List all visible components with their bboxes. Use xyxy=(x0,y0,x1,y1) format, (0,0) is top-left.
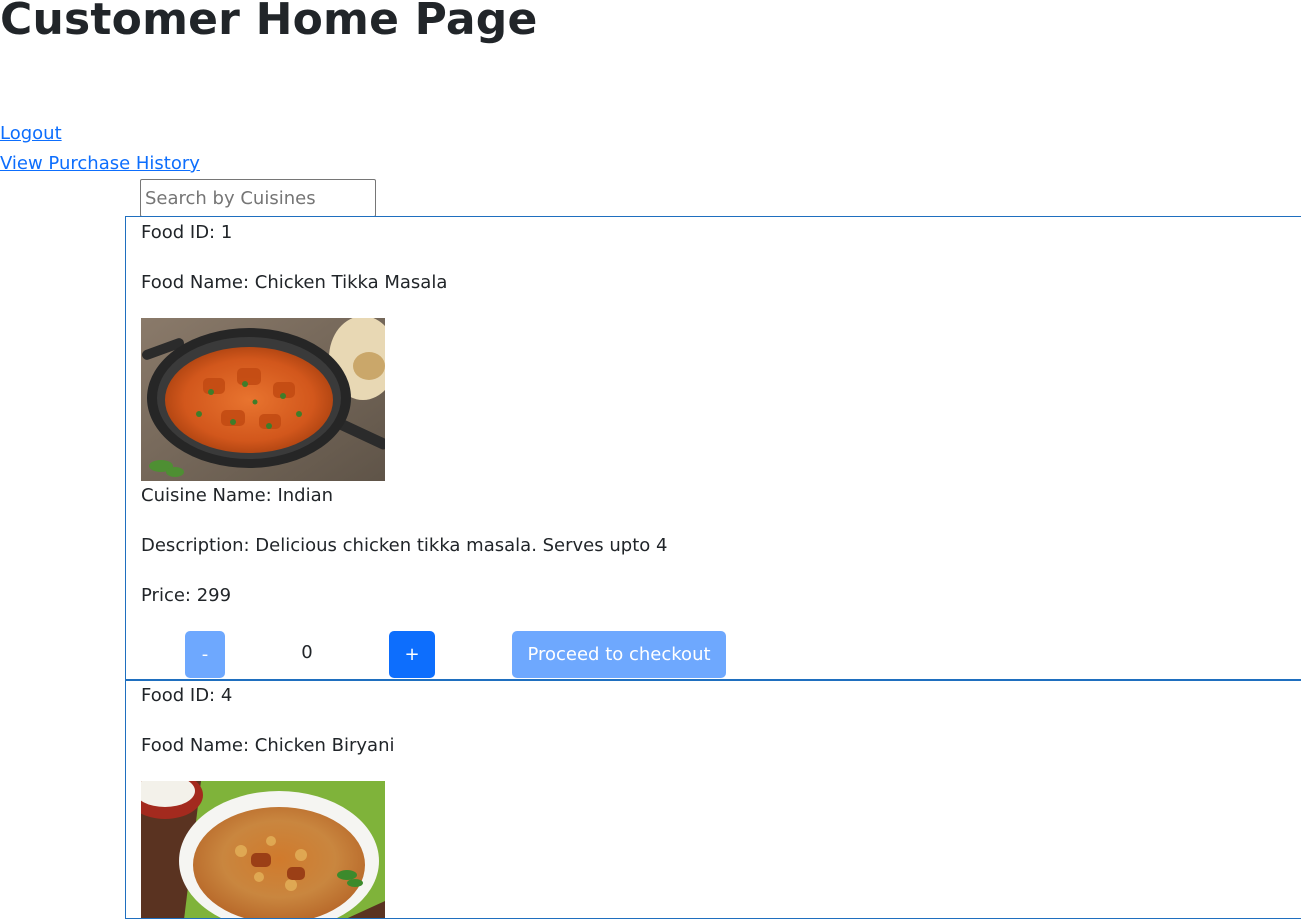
cuisine-name: Cuisine Name: Indian xyxy=(141,485,334,506)
food-description: Description: Delicious chicken tikka mas… xyxy=(141,535,668,556)
food-name: Food Name: Chicken Tikka Masala xyxy=(141,272,448,293)
proceed-to-checkout-button[interactable]: Proceed to checkout xyxy=(512,631,726,678)
food-id: Food ID: 4 xyxy=(141,685,233,706)
increase-quantity-button[interactable]: + xyxy=(389,631,435,678)
view-purchase-history-link[interactable]: View Purchase History xyxy=(0,153,200,174)
logout-link[interactable]: Logout xyxy=(0,123,62,144)
search-input[interactable] xyxy=(140,179,376,217)
food-card: Food ID: 1 Food Name: Chicken Tikka Masa… xyxy=(125,216,1301,681)
food-name: Food Name: Chicken Biryani xyxy=(141,735,395,756)
food-id: Food ID: 1 xyxy=(141,222,233,243)
page-title: Customer Home Page xyxy=(0,0,538,45)
food-price: Price: 299 xyxy=(141,585,232,606)
food-image xyxy=(141,781,385,918)
food-image xyxy=(141,318,385,481)
quantity-value: 0 xyxy=(301,642,313,663)
decrease-quantity-button[interactable]: - xyxy=(185,631,225,678)
food-card: Food ID: 4 Food Name: Chicken Biryani xyxy=(125,679,1301,919)
